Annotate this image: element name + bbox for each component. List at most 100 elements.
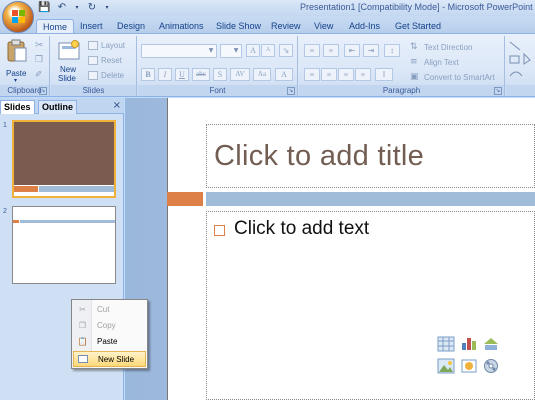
new-slide-icon bbox=[78, 355, 88, 363]
increase-indent-icon[interactable]: ⇥ bbox=[363, 44, 379, 57]
text-direction-button[interactable]: Text Direction bbox=[424, 43, 472, 52]
paragraph-launcher-icon[interactable]: ↘ bbox=[494, 87, 502, 95]
tab-view[interactable]: View bbox=[308, 19, 339, 34]
insert-picture-icon[interactable] bbox=[437, 358, 455, 374]
shrink-font-button[interactable]: A bbox=[261, 44, 275, 57]
clipboard-group: Paste ▾ ✂ ❐ ✐ Clipboard ↘ bbox=[0, 36, 50, 96]
align-left-icon[interactable]: ≡ bbox=[304, 68, 320, 81]
close-icon[interactable]: × bbox=[113, 100, 121, 111]
office-button[interactable] bbox=[2, 1, 34, 33]
ribbon-tabs: Home Insert Design Animations Slide Show… bbox=[0, 16, 535, 34]
font-name-select[interactable]: ▼ bbox=[141, 44, 217, 58]
insert-smartart-icon[interactable] bbox=[482, 336, 500, 352]
slide-thumbnail-1[interactable] bbox=[12, 120, 116, 198]
bullet-square-icon bbox=[214, 225, 225, 236]
quick-access-toolbar: 💾 ↶ ▾ ↻ ▾ bbox=[38, 1, 110, 15]
delete-icon bbox=[88, 71, 98, 80]
tab-design[interactable]: Design bbox=[111, 19, 151, 34]
save-icon[interactable]: 💾 bbox=[38, 2, 50, 14]
context-menu-new-slide[interactable]: New Slide bbox=[73, 351, 146, 367]
reset-button[interactable]: Reset bbox=[101, 56, 122, 65]
paste-button[interactable]: Paste ▾ bbox=[4, 38, 30, 84]
tab-get-started[interactable]: Get Started bbox=[389, 19, 447, 34]
bullets-icon[interactable]: ≡ bbox=[304, 44, 320, 57]
tab-insert[interactable]: Insert bbox=[74, 19, 109, 34]
context-menu-copy[interactable]: ❐ Copy bbox=[73, 318, 146, 334]
title-placeholder-text: Click to add title bbox=[214, 140, 425, 172]
accent-bar-blue bbox=[206, 192, 535, 206]
tab-animations[interactable]: Animations bbox=[153, 19, 210, 34]
office-logo-icon bbox=[12, 10, 26, 24]
tab-slide-show[interactable]: Slide Show bbox=[210, 19, 267, 34]
redo-icon[interactable]: ↻ bbox=[86, 2, 98, 14]
customize-qat-icon[interactable]: ▾ bbox=[104, 2, 110, 14]
thumbnail-orange-bar bbox=[14, 186, 38, 192]
format-painter-icon[interactable]: ✐ bbox=[35, 70, 47, 82]
insert-table-icon[interactable] bbox=[437, 336, 455, 352]
font-launcher-icon[interactable]: ↘ bbox=[287, 87, 295, 95]
paste-dropdown-icon: ▾ bbox=[14, 78, 18, 84]
paragraph-group: ≡ ≡ ⇤ ⇥ ↕ ≡ ≡ ≡ ≡ ‖ ⇅ Text Direction ≡ A… bbox=[299, 36, 505, 96]
new-slide-label-2: Slide bbox=[58, 74, 76, 83]
align-text-icon: ≡ bbox=[410, 57, 418, 67]
slide-thumbnail-2[interactable] bbox=[12, 206, 116, 284]
insert-clip-art-icon[interactable] bbox=[460, 358, 478, 374]
numbering-icon[interactable]: ≡ bbox=[323, 44, 339, 57]
thumbnail-blue-bar bbox=[39, 186, 114, 192]
accent-bar-orange bbox=[167, 192, 203, 206]
pane-tabs: Slides Outline × bbox=[0, 98, 124, 114]
reset-icon bbox=[88, 56, 98, 65]
new-slide-label-1: New bbox=[60, 65, 77, 74]
align-text-button[interactable]: Align Text bbox=[424, 58, 459, 67]
columns-icon[interactable]: ‖ bbox=[375, 68, 393, 81]
undo-icon[interactable]: ↶ bbox=[56, 2, 68, 14]
line-spacing-icon[interactable]: ↕ bbox=[384, 44, 400, 57]
underline-button[interactable]: U bbox=[175, 68, 189, 81]
context-menu-copy-label: Copy bbox=[97, 321, 116, 330]
tab-outline[interactable]: Outline bbox=[38, 100, 77, 114]
clear-formatting-icon[interactable]: ⇘ bbox=[279, 44, 293, 57]
slides-group: New Slide Layout Reset Delete Slides bbox=[51, 36, 137, 96]
title-bar: 💾 ↶ ▾ ↻ ▾ Presentation1 [Compatibility M… bbox=[0, 0, 535, 16]
paste-icon: 📋 bbox=[77, 337, 88, 346]
content-placeholder-text: Click to add text bbox=[234, 218, 370, 239]
shadow-button[interactable]: S bbox=[213, 68, 227, 81]
italic-button[interactable]: I bbox=[158, 68, 172, 81]
ribbon: Paste ▾ ✂ ❐ ✐ Clipboard ↘ New Slide Layo… bbox=[0, 33, 535, 97]
undo-dropdown-icon[interactable]: ▾ bbox=[74, 2, 80, 14]
delete-button[interactable]: Delete bbox=[101, 71, 124, 80]
insert-media-icon[interactable] bbox=[482, 358, 500, 374]
tab-slides[interactable]: Slides bbox=[0, 100, 35, 114]
decrease-indent-icon[interactable]: ⇤ bbox=[344, 44, 360, 57]
convert-smartart-button[interactable]: Convert to SmartArt bbox=[424, 73, 495, 82]
context-menu-paste[interactable]: 📋 Paste bbox=[73, 334, 146, 350]
grow-font-button[interactable]: A bbox=[246, 44, 260, 57]
context-menu-paste-label: Paste bbox=[97, 337, 118, 346]
change-case-button[interactable]: Aa bbox=[253, 68, 271, 81]
tab-home[interactable]: Home bbox=[36, 19, 75, 34]
clipboard-launcher-icon[interactable]: ↘ bbox=[39, 87, 47, 95]
new-slide-button[interactable]: New Slide bbox=[55, 38, 83, 84]
align-right-icon[interactable]: ≡ bbox=[338, 68, 354, 81]
cut-icon: ✂ bbox=[79, 305, 86, 314]
copy-icon[interactable]: ❐ bbox=[35, 55, 47, 67]
context-menu-new-slide-label: New Slide bbox=[98, 355, 135, 364]
strikethrough-button[interactable]: abc bbox=[192, 68, 210, 81]
layout-button[interactable]: Layout bbox=[101, 41, 125, 50]
slide-number-2: 2 bbox=[3, 208, 7, 215]
bold-button[interactable]: B bbox=[141, 68, 155, 81]
tab-review[interactable]: Review bbox=[265, 19, 307, 34]
font-size-select[interactable]: ▼ bbox=[220, 44, 242, 58]
shapes-gallery-icon[interactable] bbox=[508, 40, 534, 84]
cut-icon[interactable]: ✂ bbox=[35, 40, 47, 52]
tab-add-ins[interactable]: Add-Ins bbox=[343, 19, 386, 34]
align-center-icon[interactable]: ≡ bbox=[321, 68, 337, 81]
justify-icon[interactable]: ≡ bbox=[355, 68, 371, 81]
slide-number-1: 1 bbox=[3, 122, 7, 129]
font-group-label: Font bbox=[138, 85, 297, 96]
font-color-button[interactable]: A bbox=[275, 68, 293, 81]
insert-chart-icon[interactable] bbox=[460, 335, 478, 351]
character-spacing-button[interactable]: AV bbox=[230, 68, 250, 81]
thumbnail-blue-bar bbox=[20, 220, 115, 223]
context-menu-cut[interactable]: ✂ Cut bbox=[73, 302, 146, 318]
